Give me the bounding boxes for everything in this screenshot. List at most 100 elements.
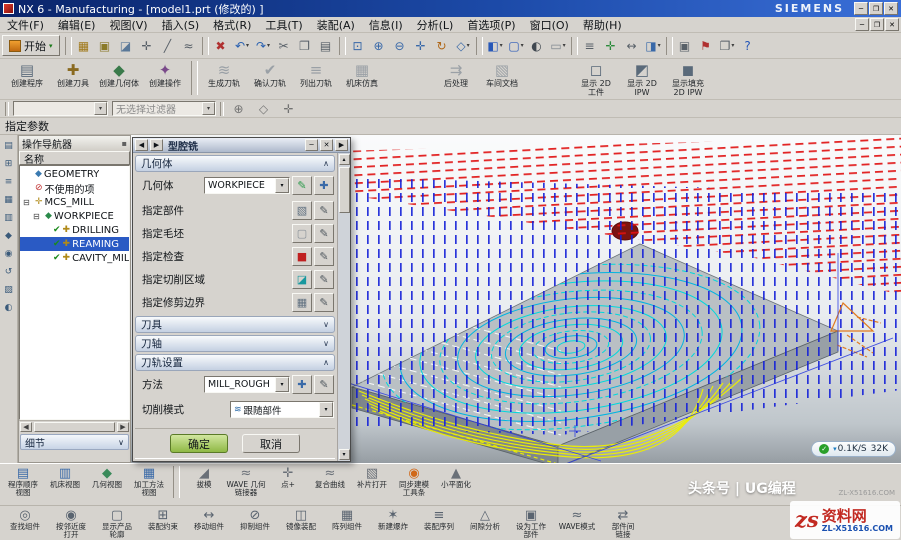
edit-button[interactable]: ✎ (314, 201, 334, 220)
combo-arrow[interactable] (275, 178, 289, 193)
pin-icon[interactable] (122, 138, 127, 149)
list-toolpath-button[interactable]: ≡ 列出刀轨 (293, 61, 339, 99)
draft-button[interactable]: ◢ 拔模 (183, 466, 225, 504)
mirror-assembly-button[interactable]: ◫ 镜像装配 (278, 508, 324, 538)
navigator-column-header[interactable]: 名称 (19, 151, 130, 165)
suppress-component-button[interactable]: ⊘ 抑制组件 (232, 508, 278, 538)
machine-tool-view-button[interactable]: ▥ 机床视图 (44, 466, 86, 504)
tree-expander-icon[interactable]: ⊟ (33, 212, 41, 221)
verify-toolpath-button[interactable]: ✔ 确认刀轨 (247, 61, 293, 99)
datum-plane-icon[interactable]: ◪ (116, 36, 137, 56)
new-geometry-button[interactable]: ✚ (314, 176, 334, 195)
selection-filter-combo[interactable]: 无选择过滤器 (112, 101, 216, 116)
new-method-button[interactable]: ✚ (292, 375, 312, 394)
toolbar-button[interactable] (525, 61, 573, 99)
edit-button[interactable]: ✎ (314, 224, 334, 243)
cancel-button[interactable]: 取消 (242, 434, 300, 453)
menu-item[interactable]: 装配(A) (310, 17, 362, 33)
navigator-hscrollbar[interactable] (19, 420, 130, 432)
delete-icon[interactable]: ✖ (211, 36, 232, 56)
constraint-navigator-icon[interactable]: ⊞ (2, 157, 16, 171)
wcs-icon[interactable]: ✛ (601, 36, 622, 56)
history-icon[interactable]: ↺ (2, 265, 16, 279)
document-control-button[interactable]: ─ (855, 18, 869, 31)
machining-method-view-button[interactable]: ▦ 加工方法 视图 (128, 466, 170, 504)
curve-icon[interactable]: ≈ (179, 36, 200, 56)
close-icon[interactable]: ✕ (320, 139, 333, 151)
scroll-down-icon[interactable] (339, 449, 350, 460)
reuse-library-icon[interactable]: ◆ (2, 229, 16, 243)
geometry-combo[interactable]: WORKPIECE (204, 177, 290, 194)
move-component-button[interactable]: ↔ 移动组件 (186, 508, 232, 538)
tree-node-workpiece[interactable]: ⊟ ◆ WORKPIECE (20, 209, 129, 223)
menu-item[interactable]: 文件(F) (0, 17, 51, 33)
document-control-button[interactable]: ✕ (885, 18, 899, 31)
assembly-sequence-button[interactable]: ≡ 装配序列 (416, 508, 462, 538)
section-path-settings[interactable]: 刀轨设置 ∧ (135, 354, 335, 371)
composite-curve-button[interactable]: ≈ 复合曲线 (309, 466, 351, 504)
layer-settings-icon[interactable]: ≡ (580, 36, 601, 56)
point-button[interactable]: ✛ 点+ (267, 466, 309, 504)
section-view-icon[interactable]: ◨▾ (643, 36, 664, 56)
menu-item[interactable]: 分析(L) (410, 17, 461, 33)
wireframe-view-icon[interactable]: ▢▾ (506, 36, 527, 56)
find-component-button[interactable]: ◎ 查找组件 (2, 508, 48, 538)
toolbar-grip[interactable] (220, 102, 224, 116)
measure-icon[interactable]: ↔ (622, 36, 643, 56)
show-2d-ipw-button[interactable]: ◩ 显示 2D IPW (619, 61, 665, 99)
toolbar-button[interactable] (173, 466, 180, 498)
operation-navigator-icon[interactable]: ▦ (2, 193, 16, 207)
create-operation-button[interactable]: ✦ 创建操作 (142, 61, 188, 99)
flag-icon[interactable]: ⚑ (696, 36, 717, 56)
method-combo[interactable]: MILL_ROUGH (204, 376, 290, 393)
scroll-left-icon[interactable] (20, 422, 32, 432)
menu-item[interactable]: 首选项(P) (460, 17, 522, 33)
show-2d-workpiece-button[interactable]: ◻ 显示 2D 工件 (573, 61, 619, 99)
redo-icon[interactable]: ↷▾ (253, 36, 274, 56)
zoom-in-icon[interactable]: ⊕ (369, 36, 390, 56)
web-browser-icon[interactable]: ◉ (2, 247, 16, 261)
zoom-out-icon[interactable]: ⊖ (390, 36, 411, 56)
snap-mid-icon[interactable]: ✛ (278, 99, 299, 119)
cut-pattern-combo[interactable]: ≋ 跟随部件 (230, 401, 334, 418)
select-geometry-button[interactable]: ▦ (292, 293, 312, 312)
clearance-analysis-button[interactable]: △ 间隙分析 (462, 508, 508, 538)
create-program-button[interactable]: ▤ 创建程序 (4, 61, 50, 99)
sketch-icon[interactable]: ▦ (74, 36, 95, 56)
edit-button[interactable]: ✎ (314, 293, 334, 312)
rotate-view-icon[interactable]: ↻ (432, 36, 453, 56)
shop-doc-button[interactable]: ▧ 车间文档 (479, 61, 525, 99)
nav-back-icon[interactable]: ◀ (135, 139, 148, 151)
combo-arrow[interactable] (319, 402, 333, 417)
wave-geometry-linker-button[interactable]: ≈ WAVE 几何 链接器 (225, 466, 267, 504)
part-navigator-icon[interactable]: ≡ (2, 175, 16, 189)
select-geometry-button[interactable]: ■ (292, 247, 312, 266)
snap-point-icon[interactable]: ⊕ (228, 99, 249, 119)
window-control-button[interactable]: ✕ (884, 2, 898, 15)
window-control-button[interactable]: ─ (854, 2, 868, 15)
show-filled-2d-ipw-button[interactable]: ◼ 显示填充 2D IPW (665, 61, 711, 99)
scroll-thumb[interactable] (339, 167, 350, 213)
expand-icon[interactable]: ▶ (335, 139, 348, 151)
create-geometry-button[interactable]: ◆ 创建几何体 (96, 61, 142, 99)
toolbar-icon[interactable] (339, 37, 346, 55)
tree-node-unused[interactable]: ⊘ 不使用的项 (20, 181, 129, 195)
machine-navigator-icon[interactable]: ▥ (2, 211, 16, 225)
menu-item[interactable]: 格式(R) (206, 17, 258, 33)
menu-item[interactable]: 插入(S) (155, 17, 207, 33)
details-section-bar[interactable]: 细节 ∨ (20, 434, 129, 450)
roles-icon[interactable]: ◐ (2, 301, 16, 315)
nav-forward-icon[interactable]: ▶ (150, 139, 163, 151)
feature-icon[interactable]: ▣ (95, 36, 116, 56)
menu-item[interactable]: 编辑(E) (51, 17, 103, 33)
window-icon[interactable]: ❐▾ (717, 36, 738, 56)
menu-item[interactable]: 工具(T) (258, 17, 309, 33)
cut-icon[interactable]: ✂ (274, 36, 295, 56)
network-speed-overlay[interactable]: ✓ 0.1K/S 32K (811, 441, 896, 457)
scroll-up-icon[interactable] (339, 154, 350, 165)
new-explosion-button[interactable]: ✶ 新建爆炸 (370, 508, 416, 538)
orient-view-icon[interactable]: ◇▾ (453, 36, 474, 56)
selection-scope-combo[interactable] (13, 101, 108, 116)
dialog-titlebar[interactable]: ◀ ▶ 型腔铣 ─ ✕ ▶ (133, 138, 350, 153)
toolbar-icon[interactable] (202, 37, 209, 55)
